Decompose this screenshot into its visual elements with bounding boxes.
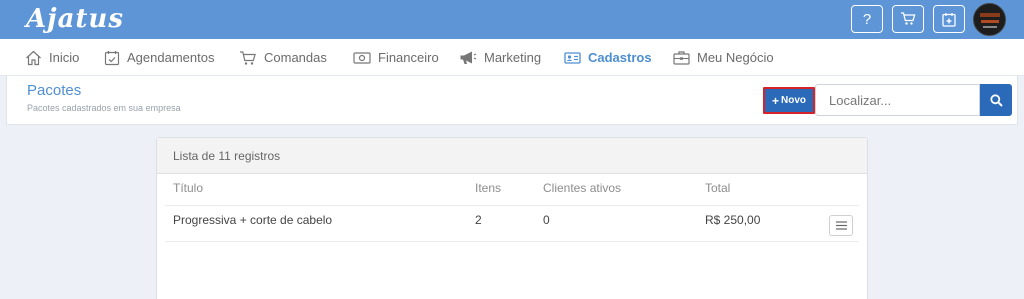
plus-icon: + — [771, 93, 779, 108]
new-package-button[interactable]: + Novo — [763, 87, 815, 114]
user-avatar[interactable] — [973, 3, 1006, 36]
row-menu-button[interactable] — [829, 215, 853, 236]
cell-active-clients: 0 — [543, 213, 550, 227]
cart-button[interactable] — [892, 5, 924, 33]
page-subtitle: Pacotes cadastrados em sua empresa — [27, 103, 181, 113]
search-icon — [989, 93, 1003, 107]
main-nav: Inicio Agendamentos Comandas Financeiro — [0, 39, 1024, 76]
nav-label-agendamentos: Agendamentos — [127, 50, 215, 65]
nav-label-financeiro: Financeiro — [378, 50, 439, 65]
nav-item-comandas[interactable]: Comandas — [239, 39, 327, 76]
page-header: Pacotes Pacotes cadastrados em sua empre… — [6, 76, 1018, 125]
megaphone-icon — [460, 51, 477, 64]
cell-items: 2 — [475, 213, 482, 227]
nav-label-meu-negocio: Meu Negócio — [697, 50, 774, 65]
search-input[interactable] — [815, 84, 980, 116]
header-divider — [165, 205, 859, 206]
column-total: Total — [705, 181, 731, 195]
calendar-check-icon — [104, 50, 120, 65]
nav-label-inicio: Inicio — [49, 50, 80, 65]
column-active-clients: Clientes ativos — [543, 181, 622, 195]
calendar-add-button[interactable] — [933, 5, 965, 33]
app-logo[interactable]: Ajatus — [26, 2, 124, 36]
nav-item-meu-negocio[interactable]: Meu Negócio — [673, 39, 774, 76]
help-icon: ? — [862, 10, 872, 28]
calendar-plus-icon — [942, 12, 956, 27]
nav-item-cadastros[interactable]: Cadastros — [564, 39, 652, 76]
top-bar: Ajatus ? — [0, 0, 1024, 39]
home-icon — [26, 50, 41, 65]
nav-item-financeiro[interactable]: Financeiro — [353, 39, 439, 76]
new-button-label: Novo — [781, 95, 806, 106]
briefcase-icon — [673, 51, 690, 65]
column-items: Itens — [475, 181, 502, 195]
panel-header: Lista de 11 registros — [157, 138, 867, 174]
money-icon — [353, 51, 371, 64]
row-divider — [165, 241, 859, 242]
search-button[interactable] — [980, 84, 1012, 116]
cart-icon — [901, 12, 916, 25]
packages-panel: Lista de 11 registros Título Itens Clien… — [156, 137, 868, 299]
column-title: Título — [173, 181, 204, 195]
nav-item-agendamentos[interactable]: Agendamentos — [104, 39, 214, 76]
cart-icon — [240, 50, 256, 65]
cell-total: R$ 250,00 — [705, 213, 761, 227]
nav-label-cadastros: Cadastros — [588, 50, 652, 65]
page-title: Pacotes — [27, 82, 82, 99]
nav-label-marketing: Marketing — [484, 50, 542, 65]
nav-item-inicio[interactable]: Inicio — [25, 39, 79, 76]
nav-label-comandas: Comandas — [264, 50, 327, 65]
menu-icon — [835, 221, 847, 230]
nav-item-marketing[interactable]: Marketing — [459, 39, 541, 76]
cell-title: Progressiva + corte de cabelo — [173, 213, 333, 227]
help-button[interactable]: ? — [851, 5, 883, 33]
id-card-icon — [564, 51, 581, 64]
